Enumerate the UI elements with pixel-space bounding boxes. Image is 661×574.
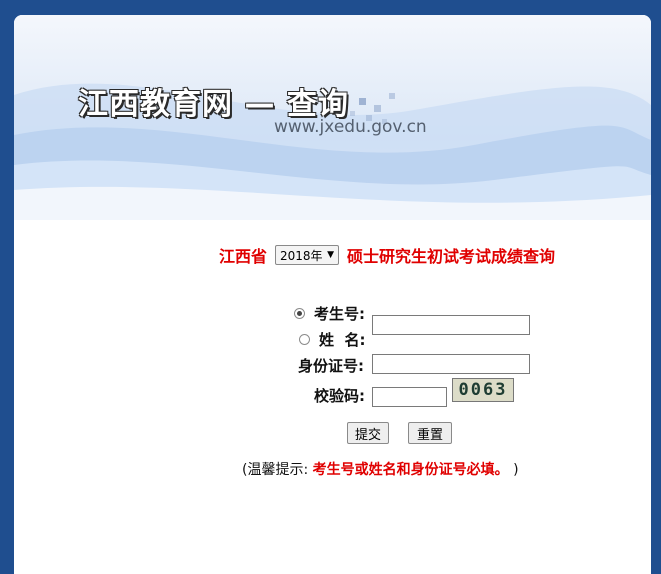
id-number-label: 身份证号:	[298, 357, 364, 375]
captcha-input[interactable]	[372, 387, 447, 407]
province-label: 江西省	[219, 247, 268, 266]
exam-title: 硕士研究生初试考试成绩查询	[347, 247, 556, 266]
exam-number-label: 考生号:	[314, 305, 365, 323]
id-number-row: 身份证号:	[298, 355, 364, 376]
captcha-label: 校验码:	[314, 387, 365, 405]
query-heading: 江西省 2018年 ▼ 硕士研究生初试考试成绩查询	[219, 243, 555, 267]
captcha-row: 校验码:	[314, 385, 365, 406]
exam-number-or-name-input[interactable]	[372, 315, 530, 335]
hint-suffix: )	[513, 462, 519, 478]
site-banner: 江西教育网 — 查询 www.jxedu.gov.cn	[14, 15, 651, 220]
main-panel: 江西教育网 — 查询 www.jxedu.gov.cn 江西省 2018年 ▼ …	[14, 15, 651, 574]
submit-button[interactable]: 提交	[347, 422, 389, 444]
radio-checked-icon[interactable]	[294, 308, 305, 319]
radio-unchecked-icon[interactable]	[299, 334, 310, 345]
hint-text: (温馨提示: 考生号或姓名和身份证号必填。 )	[242, 459, 519, 479]
hint-prefix: (温馨提示:	[242, 462, 309, 478]
name-option: 姓 名:	[299, 329, 365, 350]
captcha-image[interactable]: 0063	[452, 378, 514, 402]
exam-number-option: 考生号:	[294, 303, 365, 324]
site-url: www.jxedu.gov.cn	[274, 117, 427, 137]
hint-warning: 考生号或姓名和身份证号必填。	[312, 462, 509, 478]
id-number-input[interactable]	[372, 354, 530, 374]
name-label: 姓 名:	[319, 331, 366, 349]
year-select-value: 2018年	[280, 248, 323, 263]
year-select[interactable]: 2018年 ▼	[275, 245, 340, 265]
chevron-down-icon: ▼	[327, 250, 335, 260]
reset-button[interactable]: 重置	[408, 422, 452, 444]
